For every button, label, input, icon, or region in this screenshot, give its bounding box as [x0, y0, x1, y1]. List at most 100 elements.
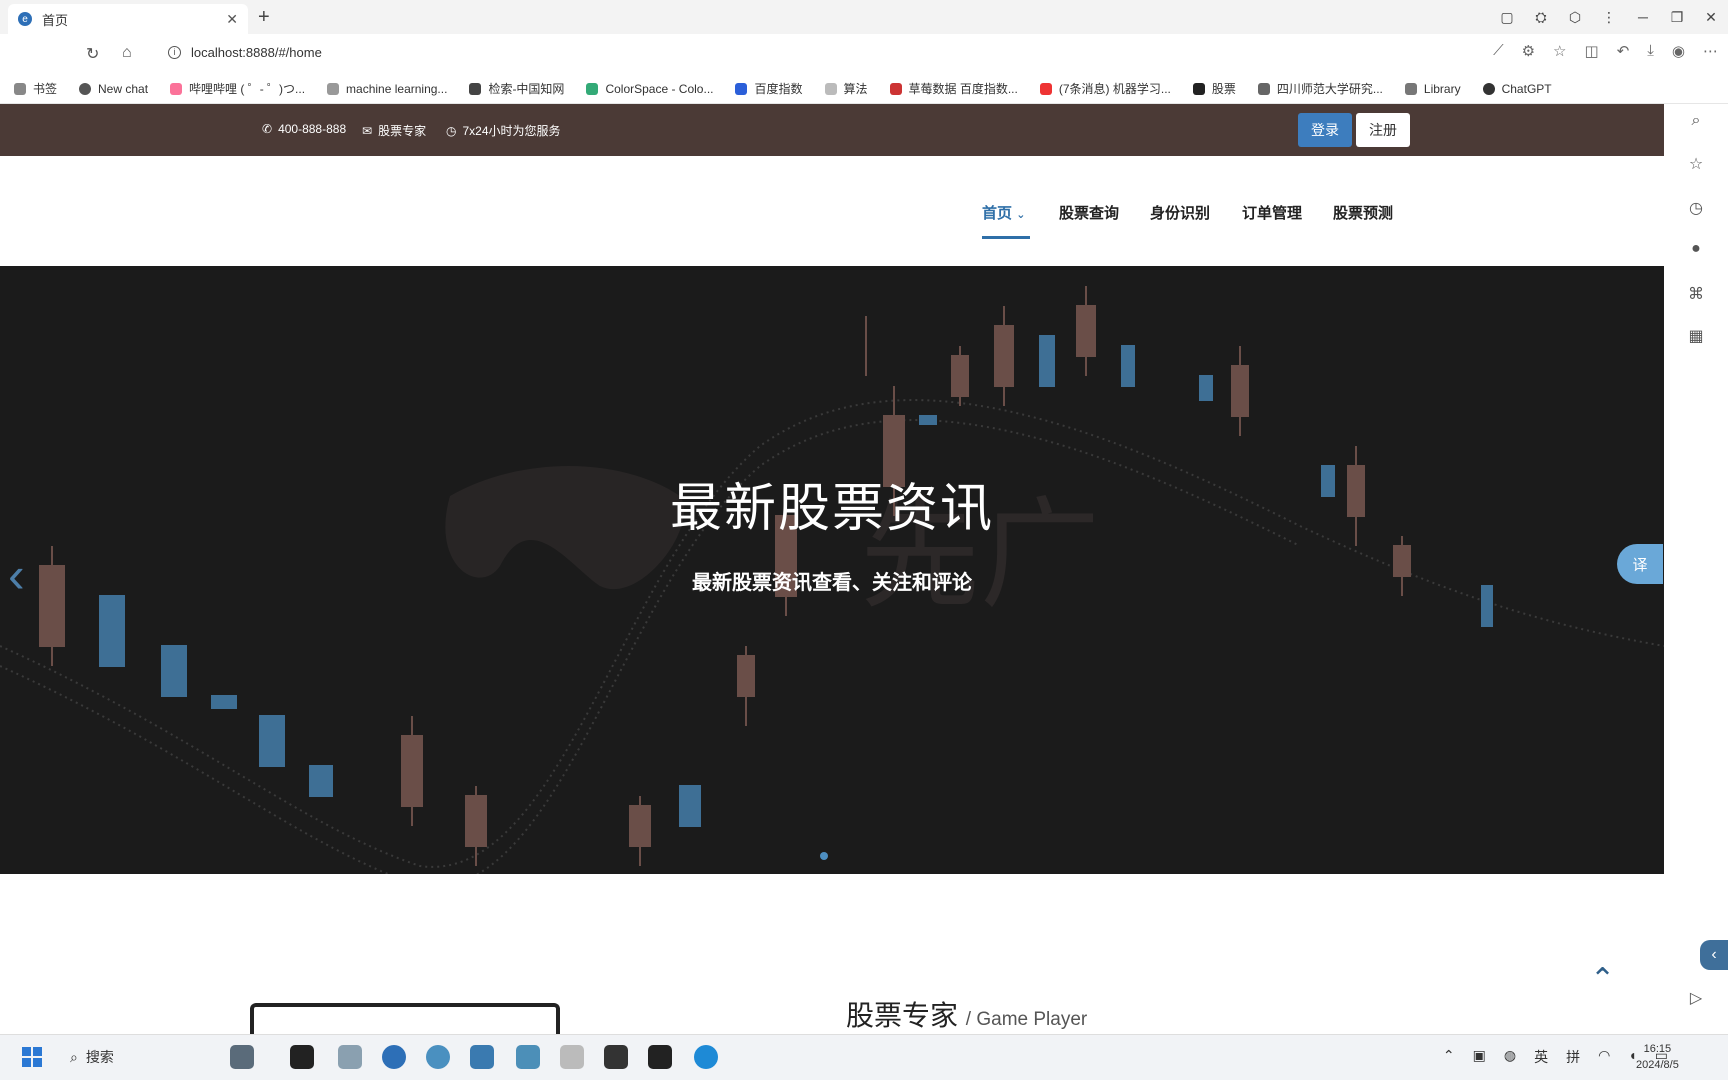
ime-lang[interactable]: 英	[1534, 1047, 1548, 1067]
tab-title: 首页	[42, 12, 69, 28]
copilot-icon[interactable]: ⛭	[1524, 9, 1558, 26]
bookmark-item[interactable]: ChatGPT	[1482, 82, 1552, 96]
phone-icon: ✆	[262, 122, 273, 136]
refresh-icon[interactable]: ↻	[86, 44, 99, 64]
app-icon[interactable]	[290, 1045, 314, 1069]
bookmark-item[interactable]: 书签	[14, 80, 57, 97]
app-icon[interactable]	[426, 1045, 450, 1069]
favorite-star-icon[interactable]: ☆	[1553, 42, 1566, 60]
close-tab-icon[interactable]: ✕	[226, 11, 238, 28]
split-screen-icon[interactable]: ◫	[1585, 42, 1599, 60]
extensions-icon[interactable]: ⬡	[1558, 9, 1592, 26]
bookmark-item[interactable]: 哔哩哔哩 ( ゜- ゜)つ...	[170, 80, 305, 97]
microphone-icon[interactable]: ◍	[1504, 1047, 1516, 1067]
mail-icon: ✉	[362, 123, 373, 138]
service-contact: ◷ 7x24小时为您服务	[446, 123, 561, 139]
wifi-icon[interactable]: ◠	[1598, 1047, 1610, 1067]
bookmark-item[interactable]: (7条消息) 机器学习...	[1039, 80, 1171, 97]
bot-icon[interactable]: ●	[1686, 240, 1706, 260]
chevron-down-icon: ⌄	[1016, 209, 1026, 221]
minimize-button[interactable]: ─	[1626, 9, 1660, 25]
workspaces-icon[interactable]: ▢	[1490, 9, 1524, 26]
bookmark-item[interactable]: 四川师范大学研究...	[1257, 80, 1383, 97]
profile-icon[interactable]: ◉	[1672, 42, 1685, 60]
read-aloud-icon[interactable]: ⟋	[1493, 42, 1504, 60]
phone-contact: ✆ 400-888-888	[262, 122, 347, 136]
edge-icon: e	[18, 12, 32, 26]
bookmark-item[interactable]: Library	[1404, 82, 1461, 96]
new-tab-button[interactable]: +	[258, 6, 270, 29]
game-controller-icon[interactable]: ⌘	[1686, 284, 1706, 304]
hero-title: 最新股票资讯	[669, 480, 994, 538]
home-icon[interactable]: ⌂	[122, 44, 132, 62]
bookmark-item[interactable]: 百度指数	[735, 80, 803, 97]
clock-date: 2024/8/5	[1636, 1059, 1679, 1071]
collections-icon[interactable]: ↶	[1617, 42, 1630, 60]
tray-app-icon[interactable]: ▣	[1473, 1047, 1486, 1067]
taskbar-clock[interactable]: 16:15 2024/8/5	[1636, 1041, 1679, 1073]
browser-tab-bar: e 首页 ✕ + ▢ ⛭ ⬡ ⋮ ─ ❐ ✕	[0, 0, 1728, 34]
app-icon[interactable]	[604, 1045, 628, 1069]
hero-banner: 先广 ‹ 最新股票资讯 最新股票资讯查看、关注和评论 译	[0, 266, 1664, 874]
app-icon[interactable]	[560, 1045, 584, 1069]
nav-orders[interactable]: 订单管理	[1242, 202, 1302, 223]
nav-prediction[interactable]: 股票预测	[1333, 202, 1393, 223]
bookmark-item[interactable]: 检索-中国知网	[469, 80, 564, 97]
back-to-top-icon[interactable]: ⌃	[1590, 962, 1615, 997]
file-explorer-icon[interactable]	[338, 1045, 362, 1069]
nav-home[interactable]: 首页 ⌄	[982, 202, 1025, 223]
url-field[interactable]: i localhost:8888/#/home	[168, 45, 322, 60]
search-icon[interactable]: ⌕	[1686, 112, 1706, 132]
url-text: localhost:8888/#/home	[191, 45, 322, 60]
nav-stock-query[interactable]: 股票查询	[1059, 202, 1119, 223]
app-icon[interactable]	[516, 1045, 540, 1069]
nav-identity[interactable]: 身份识别	[1150, 202, 1210, 223]
separator: ⋮	[1602, 8, 1616, 25]
clock-time: 16:15	[1643, 1043, 1672, 1055]
clock-icon[interactable]: ◷	[1686, 198, 1706, 218]
download-icon[interactable]: ⤓	[1647, 42, 1654, 60]
windows-start-icon[interactable]	[22, 1047, 42, 1067]
hero-subtitle: 最新股票资讯查看、关注和评论	[692, 572, 972, 594]
bookmark-item[interactable]: 算法	[824, 80, 868, 97]
more-icon[interactable]: ⋯	[1703, 42, 1718, 60]
translate-button[interactable]: 译	[1617, 544, 1663, 584]
edge-taskbar-icon[interactable]	[694, 1045, 718, 1069]
close-window-button[interactable]: ✕	[1694, 9, 1728, 26]
app-icon[interactable]	[470, 1045, 494, 1069]
main-nav: 首页 ⌄ 股票查询 身份识别 订单管理 股票预测	[0, 156, 1664, 266]
bookmark-item[interactable]: 股票	[1192, 80, 1236, 97]
chevron-up-icon[interactable]: ⌃	[1443, 1047, 1455, 1067]
login-button[interactable]: 登录	[1298, 113, 1352, 147]
window-controls: ▢ ⛭ ⬡ ⋮ ─ ❐ ✕	[1490, 0, 1728, 34]
ime-mode[interactable]: 拼	[1566, 1047, 1580, 1067]
brand-contact: ✉ 股票专家	[362, 123, 427, 139]
star-icon[interactable]: ☆	[1686, 154, 1706, 174]
edge-sidebar: ⌕ ☆ ◷ ● ⌘ ▦ ‹ ▷	[1664, 104, 1728, 1034]
weather-icon[interactable]	[230, 1045, 254, 1069]
bookmark-item[interactable]: New chat	[79, 82, 148, 96]
search-icon: ⌕	[70, 1048, 78, 1065]
section-subtitle: / Game Player	[965, 1009, 1088, 1030]
calculator-icon[interactable]: ▦	[1686, 326, 1706, 346]
register-button[interactable]: 注册	[1356, 113, 1410, 147]
active-nav-underline	[982, 236, 1030, 239]
section-title: 股票专家 / Game Player	[846, 1000, 1088, 1031]
edge-taskbar-icon[interactable]	[382, 1045, 406, 1069]
taskbar-search[interactable]: ⌕ 搜索	[70, 1047, 114, 1067]
maximize-button[interactable]: ❐	[1660, 9, 1694, 26]
bookmarks-bar: 书签 New chat 哔哩哔哩 ( ゜- ゜)つ... machine lea…	[0, 74, 1728, 104]
windows-taskbar: ⌕ 搜索 ⌃ ▣ ◍ 英 拼 ◠ ◖ ▭ 16:15 2024/8/5	[0, 1034, 1728, 1080]
collapse-sidebar-icon[interactable]: ‹	[1700, 940, 1728, 970]
bookmark-item[interactable]: ColorSpace - Colo...	[586, 82, 713, 96]
info-icon[interactable]: i	[168, 46, 181, 59]
bookmark-item[interactable]: 草莓数据 百度指数...	[889, 80, 1018, 97]
system-tray: ⌃ ▣ ◍ 英 拼 ◠ ◖ ▭	[1443, 1047, 1668, 1067]
bookmark-item[interactable]: machine learning...	[327, 82, 447, 96]
contact-bar: ✆ 400-888-888 ✉ 股票专家 ◷ 7x24小时为您服务 登录 注册	[0, 104, 1664, 156]
tab-home[interactable]: e 首页 ✕	[8, 4, 248, 34]
sidebar-expand-icon[interactable]: ▷	[1686, 988, 1706, 1008]
extension-icon[interactable]: ⚙	[1522, 42, 1535, 60]
terminal-icon[interactable]	[648, 1045, 672, 1069]
browser-toolbar-icons: ⟋ ⚙ ☆ ◫ ↶ ⤓ ◉ ⋯	[1493, 42, 1718, 60]
